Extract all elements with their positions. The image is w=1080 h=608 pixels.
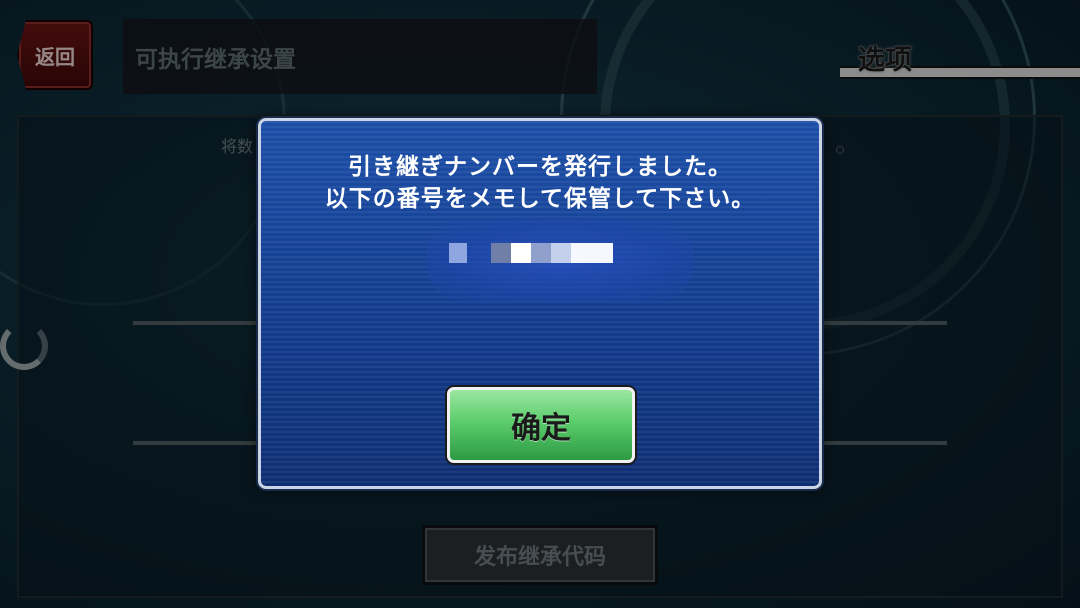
redacted-pixel	[491, 243, 511, 263]
dialog-message-line2: 以下の番号をメモして保管して下さい。	[324, 186, 756, 212]
redacted-pixel	[511, 243, 531, 263]
redacted-pixel	[571, 243, 613, 263]
confirm-button[interactable]: 确定	[447, 387, 635, 463]
redacted-pixel	[449, 243, 467, 263]
game-screen: 返回 可执行继承设置 选项 将数 发布继承代码 引き継ぎナンバーを発行しました。…	[0, 0, 1080, 608]
transfer-code-dialog: 引き継ぎナンバーを発行しました。 以下の番号をメモして保管して下さい。 确定	[258, 118, 822, 489]
redacted-pixel	[531, 243, 551, 263]
dialog-message-line1: 引き継ぎナンバーを発行しました。	[348, 154, 732, 180]
redacted-pixel	[551, 243, 571, 263]
